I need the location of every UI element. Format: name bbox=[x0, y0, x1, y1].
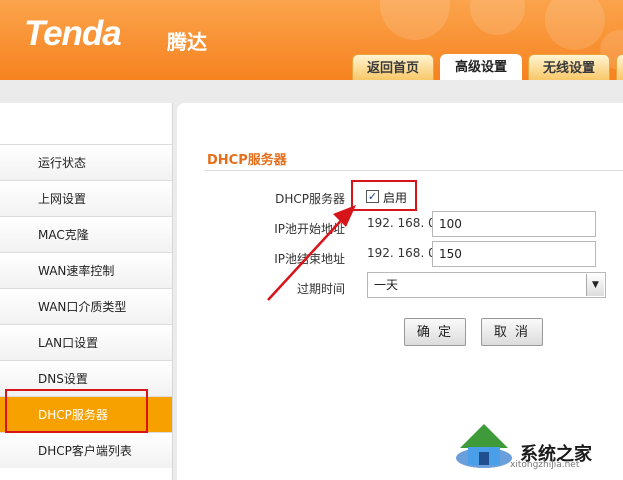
house-logo-icon bbox=[456, 424, 512, 468]
annotation-arrow bbox=[267, 205, 356, 301]
watermark-url: xitongzhijia.net bbox=[510, 460, 580, 470]
